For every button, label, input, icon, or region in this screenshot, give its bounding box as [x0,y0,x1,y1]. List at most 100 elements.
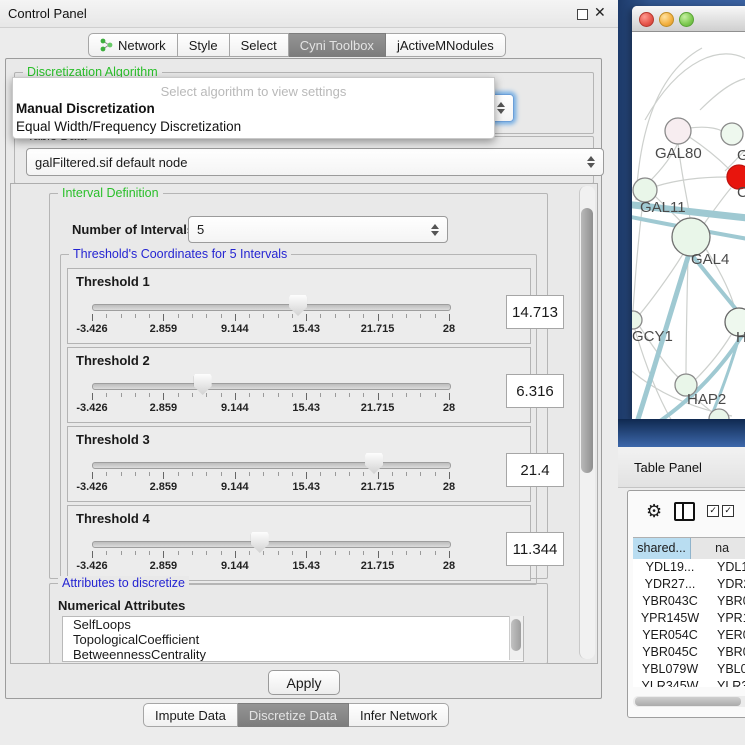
tab-impute-data[interactable]: Impute Data [143,703,238,727]
slider-track[interactable] [92,541,451,548]
desktop-background-strip [618,419,745,447]
attribute-list-item[interactable]: BetweennessCentrality [63,647,523,662]
scale-tick-label: 15.43 [292,323,320,335]
table-row[interactable]: YBR043CYBR0 [633,593,745,610]
settings-scroll-region: Interval Definition Number of Intervals … [10,183,598,664]
float-window-icon[interactable] [577,9,588,20]
cell-shared-name: YDR27... [633,576,707,593]
table-rows[interactable]: YDL19...YDL1YDR27...YDR2YBR043CYBR0YPR14… [633,559,745,687]
table-row[interactable]: YBL079WYBL0 [633,661,745,678]
slider-track[interactable] [92,462,451,469]
settings-vertical-scrollbar[interactable] [579,186,595,659]
slider-thumb[interactable] [251,532,269,553]
gear-icon[interactable]: ⚙ [646,502,662,520]
cell-shared-name: YBR045C [633,644,707,661]
split-columns-icon[interactable] [674,502,695,521]
apply-button[interactable]: Apply [268,670,340,695]
algorithm-option-manual[interactable]: Manual Discretization [16,101,155,116]
tab-cyni-toolbox[interactable]: Cyni Toolbox [289,33,386,57]
checkbox-icon[interactable]: ✓ [707,505,719,517]
table-row[interactable]: YDL19...YDL1 [633,559,745,576]
tab-discretize-data[interactable]: Discretize Data [238,703,349,727]
attributes-scrollbar[interactable] [509,616,523,660]
slider-scale-labels: -3.4262.8599.14415.4321.71528 [92,323,449,335]
checkbox-icon[interactable]: ✓ [722,505,734,517]
scale-tick-label: 9.144 [221,481,249,493]
tab-jactivemnodules[interactable]: jActiveMNodules [386,33,506,57]
network-canvas[interactable]: GAL80 GA C GAL11 GAL4 GCY1 HA HAP2 [632,31,745,420]
table-horizontal-scrollbar[interactable] [633,696,745,707]
label-partial-top-right: GA [737,147,745,164]
slider-thumb[interactable] [289,295,307,316]
slider-track[interactable] [92,383,451,390]
number-of-intervals-combo[interactable]: 5 [188,216,448,243]
tab-style[interactable]: Style [178,33,230,57]
scale-tick-label: 28 [443,323,455,335]
zoom-traffic-icon[interactable] [679,12,694,27]
slider-ticks [92,472,449,480]
threshold-label: Threshold 1 [76,274,150,289]
thresholds-group: Threshold's Coordinates for 5 Intervals … [60,254,537,585]
cell-name: YER0 [707,627,745,644]
attribute-list-item[interactable]: SelfLoops [63,617,523,632]
scale-tick-label: 9.144 [221,402,249,414]
scrollbar-thumb[interactable] [581,208,593,473]
minimize-traffic-icon[interactable] [659,12,674,27]
close-icon[interactable]: ✕ [594,4,606,21]
algorithm-option-equal-width[interactable]: Equal Width/Frequency Discretization [16,119,241,134]
table-row[interactable]: YPR145WYPR1 [633,610,745,627]
tab-select[interactable]: Select [230,33,289,57]
tab-network-label: Network [118,38,166,53]
table-data-combo[interactable]: galFiltered.sif default node [26,148,604,176]
cell-shared-name: YDL19... [633,559,707,576]
scale-tick-label: -3.426 [76,560,107,572]
number-of-intervals-label: Number of Intervals [72,222,194,237]
scale-tick-label: 2.859 [150,402,178,414]
label-partial-mid-right: C [737,184,745,201]
tab-network[interactable]: Network [88,33,178,57]
table-row[interactable]: YLR345WYLR3 [633,678,745,687]
label-gal4: GAL4 [691,251,729,268]
column-header-name[interactable]: na [691,538,745,559]
algorithm-dropdown-popup: Select algorithm to view settings Manual… [12,77,495,139]
slider-track[interactable] [92,304,451,311]
slider-thumb[interactable] [365,453,383,474]
attributes-group: Attributes to discretize Numerical Attri… [49,583,548,664]
slider-ticks [92,314,449,322]
cell-name: YBR0 [707,644,745,661]
close-traffic-icon[interactable] [639,12,654,27]
threshold-value-field[interactable]: 11.344 [506,532,564,566]
slider-thumb[interactable] [194,374,212,395]
table-row[interactable]: YER054CYER0 [633,627,745,644]
scale-tick-label: 15.43 [292,402,320,414]
tab-infer-network[interactable]: Infer Network [349,703,449,727]
tab-cyni-toolbox-label: Cyni Toolbox [300,38,374,53]
numerical-attributes-list[interactable]: SelfLoopsTopologicalCoefficientBetweenne… [62,616,524,662]
attribute-list-item[interactable]: TopologicalCoefficient [63,632,523,647]
cell-name: YDL1 [707,559,745,576]
slider-ticks [92,393,449,401]
table-row[interactable]: YDR27...YDR2 [633,576,745,593]
table-row[interactable]: YBR045CYBR0 [633,644,745,661]
cell-shared-name: YBR043C [633,593,707,610]
scale-tick-label: 2.859 [150,481,178,493]
slider-scale-labels: -3.4262.8599.14415.4321.71528 [92,560,449,572]
scale-tick-label: 9.144 [221,560,249,572]
top-tab-bar: Network Style Select Cyni Toolbox jActiv… [88,33,506,57]
tab-select-label: Select [241,38,277,53]
table-data-group: Table Data galFiltered.sif default node [14,136,594,184]
threshold-panel-1: Threshold 1 -3.4262.8599.14415.4321.71528… [67,268,531,344]
network-window-titlebar [632,6,745,32]
network-icon [100,38,113,52]
cell-name: YBR0 [707,593,745,610]
thresholds-group-title: Threshold's Coordinates for 5 Intervals [69,247,291,261]
threshold-value-field[interactable]: 6.316 [506,374,564,408]
tab-discretize-data-label: Discretize Data [249,708,337,723]
cell-shared-name: YER054C [633,627,707,644]
scrollbar-thumb[interactable] [635,697,741,706]
scale-tick-label: 2.859 [150,560,178,572]
threshold-value-field[interactable]: 21.4 [506,453,564,487]
attributes-group-title: Attributes to discretize [58,576,189,590]
threshold-value-field[interactable]: 14.713 [506,295,564,329]
column-header-shared[interactable]: shared... [633,538,691,559]
